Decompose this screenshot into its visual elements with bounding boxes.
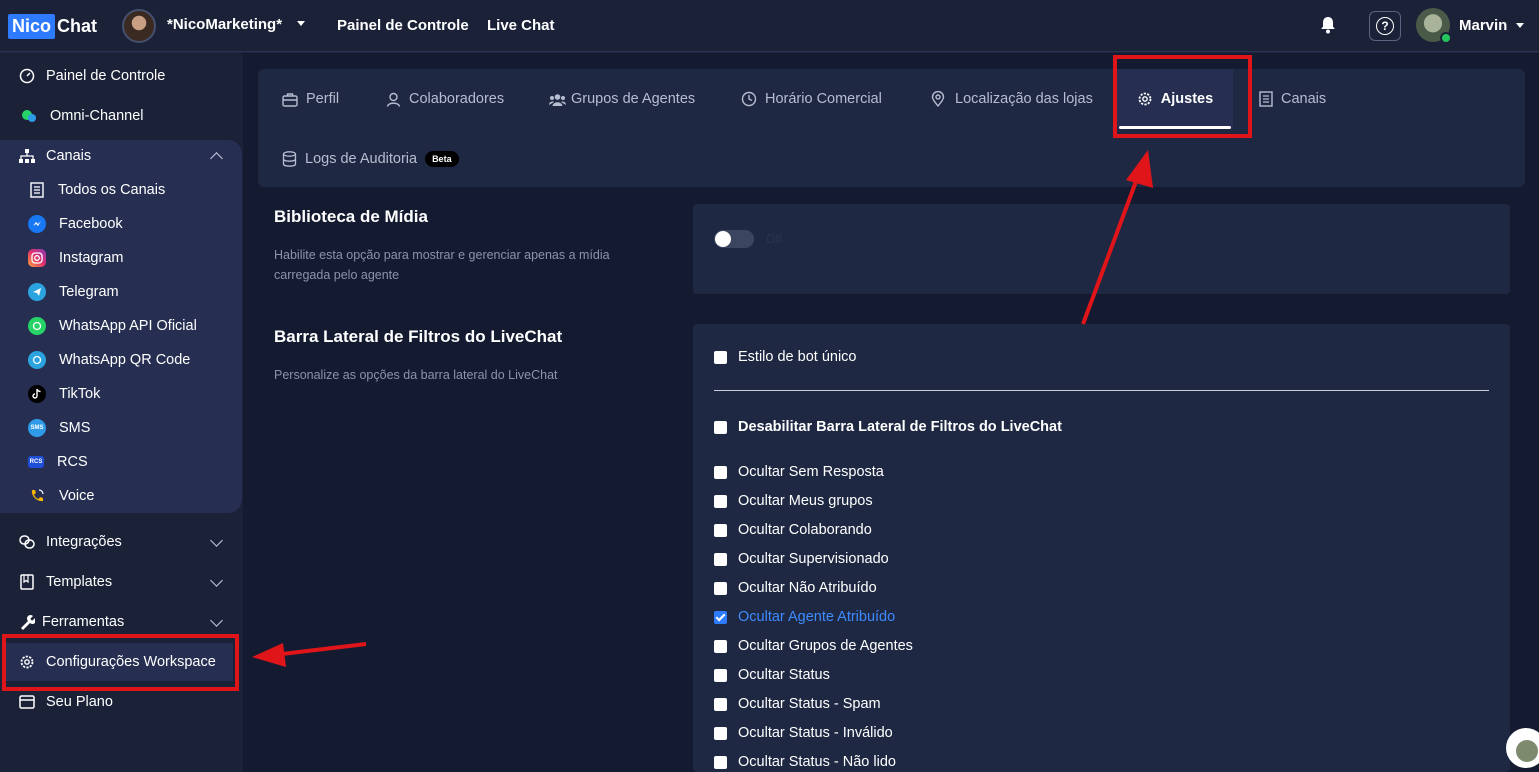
arrow-to-ajustes	[1081, 175, 1140, 325]
arrow-to-configuracoes	[281, 642, 367, 656]
chatbot-launcher-button[interactable]	[1506, 728, 1539, 768]
arrow-to-configuracoes-head	[252, 643, 286, 667]
arrow-to-ajustes-head	[1126, 150, 1153, 188]
annotation-arrows	[252, 150, 1153, 667]
